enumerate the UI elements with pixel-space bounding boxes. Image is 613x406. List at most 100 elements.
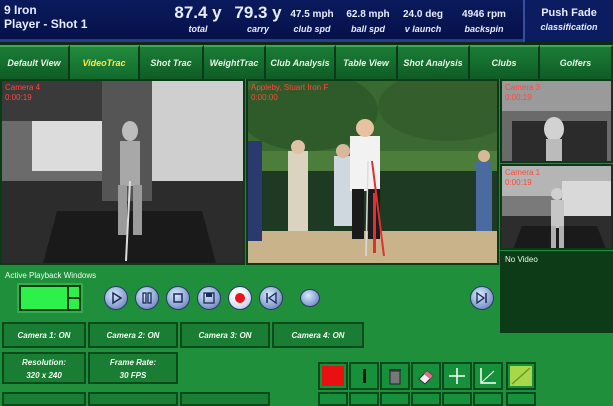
playback-window-bottom-right[interactable]	[69, 299, 79, 309]
stop-icon	[173, 293, 183, 303]
line-width-icon	[363, 369, 366, 383]
camera-4-view[interactable]: Camera 4 0:00:19	[0, 79, 245, 265]
rewind-to-start-button[interactable]	[259, 286, 283, 310]
playback-window-top-right[interactable]	[69, 287, 79, 297]
save-icon	[203, 292, 215, 304]
record-button[interactable]	[228, 286, 252, 310]
camera-1-view[interactable]: Camera 1 0:00:19	[500, 164, 613, 250]
tool-row2-2[interactable]	[349, 392, 379, 406]
tool-row2-6[interactable]	[473, 392, 503, 406]
highlight-tool[interactable]	[506, 362, 536, 390]
main-camera-label: Appleby, Stuart Iron F	[251, 83, 329, 92]
framerate-label: Frame Rate:	[109, 358, 157, 367]
no-video-view[interactable]: No Video	[500, 251, 613, 333]
camera-1-toggle[interactable]: Camera 1: ON	[2, 322, 86, 348]
eraser-icon	[418, 370, 434, 385]
color-swatch-icon	[322, 366, 344, 386]
tab-club-analysis[interactable]: Club Analysis	[266, 45, 336, 79]
pause-button[interactable]	[135, 286, 159, 310]
camera-4-toggle[interactable]: Camera 4: ON	[272, 322, 364, 348]
save-button[interactable]	[197, 286, 221, 310]
eraser-tool[interactable]	[411, 362, 441, 390]
metric-value: 62.8 mph	[346, 9, 390, 20]
tab-weighttrac[interactable]: WeightTrac	[204, 45, 266, 79]
metric-club-speed: 47.5 mph club spd	[284, 4, 340, 35]
tool-row2-3[interactable]	[380, 392, 410, 406]
tab-default-view[interactable]: Default View	[0, 45, 70, 79]
skip-forward-button[interactable]	[470, 286, 494, 310]
play-icon	[112, 291, 123, 305]
line-width-tool[interactable]	[349, 362, 379, 390]
metric-total: 87.4 y total	[168, 4, 228, 35]
tab-golfers[interactable]: Golfers	[540, 45, 613, 79]
videotrac-panel: Camera 4 0:00:19 Appleby, Stuart Iron F …	[0, 79, 613, 406]
bottom-button-2[interactable]	[88, 392, 178, 406]
framerate-box: Frame Rate: 30 FPS	[88, 352, 178, 384]
resolution-box: Resolution: 320 x 240	[2, 352, 86, 384]
metric-label: club spd	[293, 24, 331, 34]
tab-shot-analysis[interactable]: Shot Analysis	[398, 45, 470, 79]
color-picker-tool[interactable]	[318, 362, 348, 390]
metric-ball-speed: 62.8 mph ball spd	[340, 4, 396, 35]
metric-value: 79.3 y	[234, 3, 282, 22]
tool-row2-7[interactable]	[506, 392, 536, 406]
stop-button[interactable]	[166, 286, 190, 310]
shot-header: 9 Iron Player - Shot 1 87.4 y total 79.3…	[0, 0, 613, 42]
angle-tool[interactable]	[473, 362, 503, 390]
camera-4-time: 0:00:19	[5, 93, 32, 102]
metric-label: backspin	[464, 24, 504, 34]
camera-3-label: Camera 3	[505, 83, 541, 92]
metric-v-launch: 24.0 deg v launch	[396, 4, 450, 35]
crosshair-tool[interactable]	[442, 362, 472, 390]
club-name: 9 Iron	[4, 3, 37, 17]
record-icon	[235, 293, 245, 303]
angle-icon	[480, 368, 496, 384]
bottom-button-3[interactable]	[180, 392, 270, 406]
camera-1-label: Camera 1	[505, 168, 541, 177]
metric-label: v launch	[404, 24, 442, 34]
camera-1-time: 0:00:19	[505, 178, 532, 187]
metric-label: total	[188, 24, 208, 34]
metric-value: 24.0 deg	[402, 9, 444, 20]
resolution-value: 320 x 240	[26, 371, 62, 380]
player-shot: Player - Shot 1	[4, 17, 88, 31]
skip-back-icon	[266, 291, 277, 305]
main-camera-view[interactable]: Appleby, Stuart Iron F 0:00:00	[246, 79, 499, 265]
camera-2-toggle[interactable]: Camera 2: ON	[88, 322, 178, 348]
delete-tool[interactable]	[380, 362, 410, 390]
camera-4-image	[2, 81, 243, 263]
skip-forward-icon	[476, 291, 487, 305]
tab-shot-trac[interactable]: Shot Trac	[140, 45, 204, 79]
classification-box: Push Fade classification	[523, 0, 613, 42]
metric-value: 4946 rpm	[462, 9, 506, 20]
framerate-value: 30 FPS	[119, 371, 147, 380]
resolution-label: Resolution:	[22, 358, 66, 367]
playback-window-main[interactable]	[21, 287, 67, 309]
bottom-button-1[interactable]	[2, 392, 86, 406]
metric-value: 47.5 mph	[290, 9, 334, 20]
camera-3-time: 0:00:19	[505, 93, 532, 102]
main-camera-image	[248, 81, 497, 263]
tool-row2-1[interactable]	[318, 392, 348, 406]
play-button[interactable]	[104, 286, 128, 310]
tool-row2-4[interactable]	[411, 392, 441, 406]
main-nav: Default View VideoTrac Shot Trac WeightT…	[0, 45, 613, 79]
pause-icon	[142, 292, 152, 304]
marker-button[interactable]	[300, 289, 320, 307]
camera-4-label: Camera 4	[5, 83, 41, 92]
main-camera-time: 0:00:00	[251, 93, 278, 102]
metric-label: ball spd	[350, 24, 385, 34]
shot-title: 9 Iron Player - Shot 1	[4, 3, 87, 31]
camera-3-toggle[interactable]: Camera 3: ON	[180, 322, 270, 348]
tab-videotrac[interactable]: VideoTrac	[70, 45, 140, 79]
trash-icon	[389, 369, 401, 385]
playback-window-selector[interactable]	[17, 283, 83, 313]
metric-carry: 79.3 y carry	[228, 4, 288, 35]
tab-clubs[interactable]: Clubs	[470, 45, 540, 79]
tab-table-view[interactable]: Table View	[336, 45, 398, 79]
tool-row2-5[interactable]	[442, 392, 472, 406]
camera-3-view[interactable]: Camera 3 0:00:19	[500, 79, 613, 163]
metric-backspin: 4946 rpm backspin	[452, 4, 516, 35]
highlight-icon	[510, 366, 532, 386]
playback-windows-label: Active Playback Windows	[5, 271, 97, 280]
